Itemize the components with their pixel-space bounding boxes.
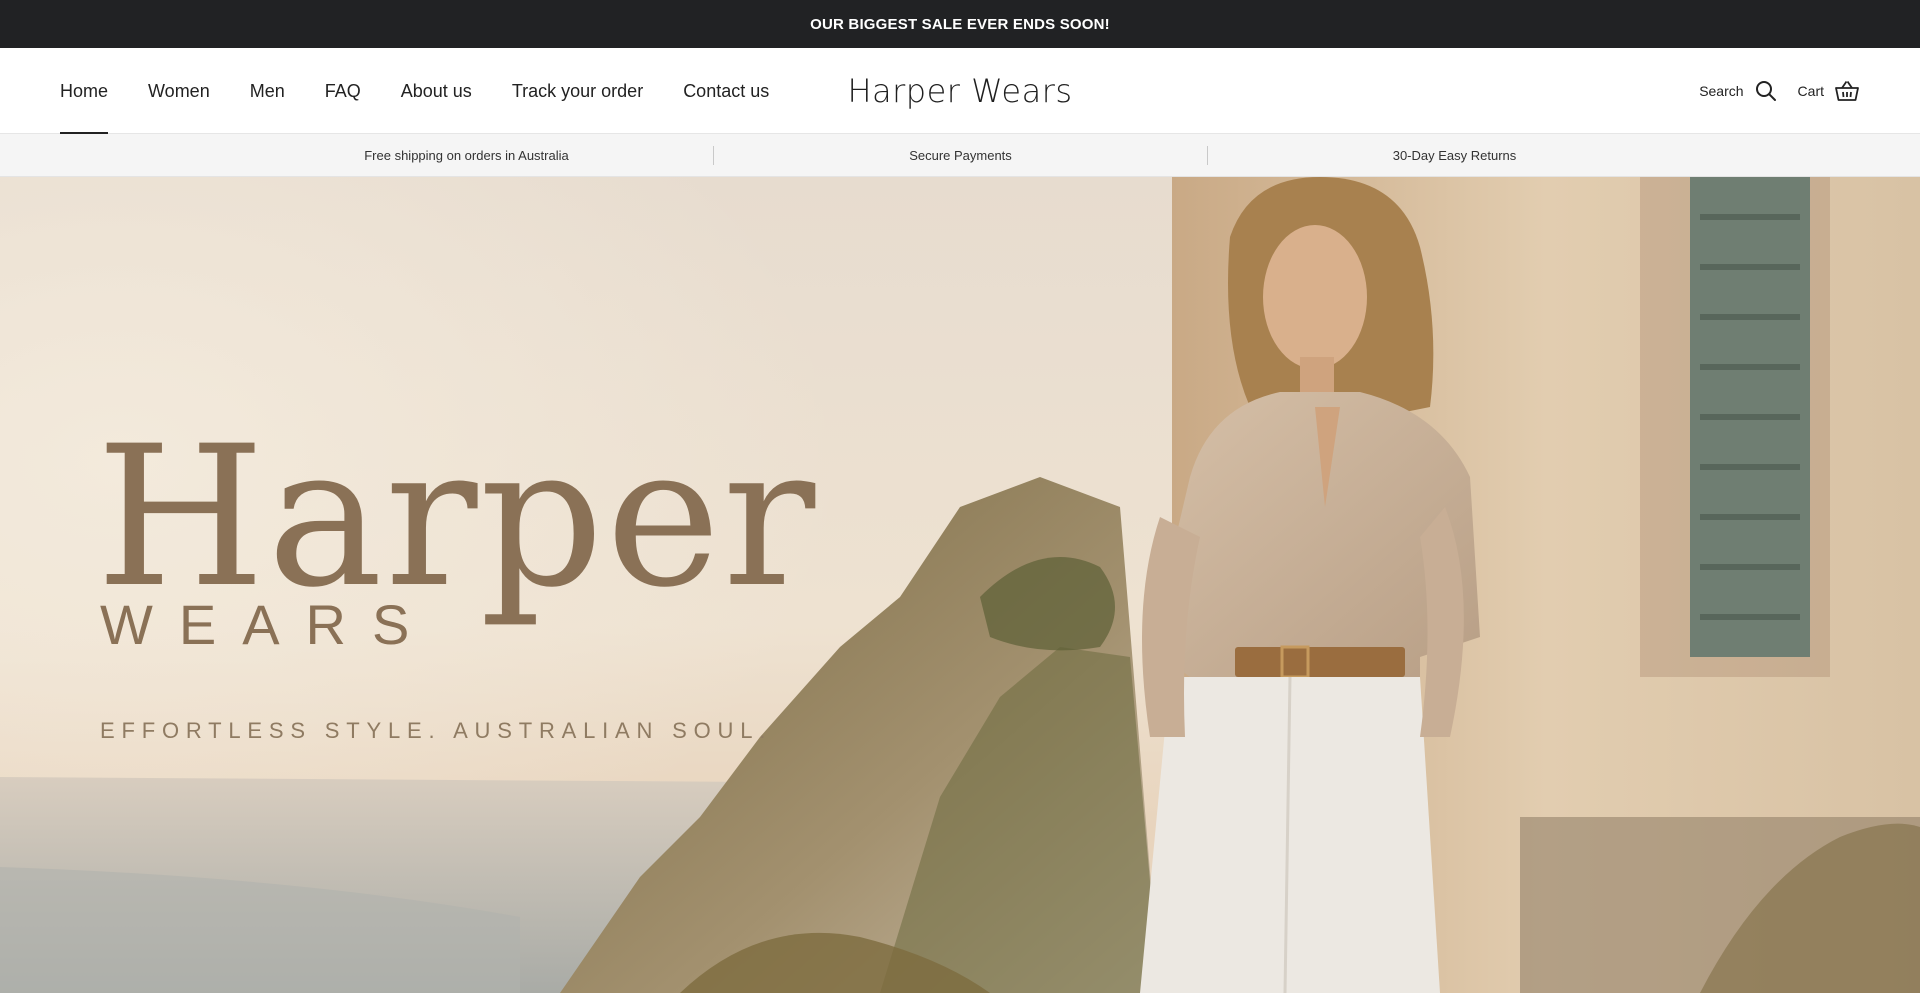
hero-brand-block: Harper WEARS [96,404,818,656]
hero-title: Harper [96,404,818,630]
nav-item-about-us[interactable]: About us [401,48,472,134]
usp-item-payments: Secure Payments [909,148,1012,163]
usp-item-returns: 30-Day Easy Returns [1392,148,1517,163]
nav-item-men[interactable]: Men [250,48,285,134]
search-button[interactable]: Search [1699,79,1777,103]
main-nav: Home Women Men FAQ About us Track your o… [60,48,809,134]
basket-icon [1835,80,1859,101]
header-tools: Search Cart [1699,48,1860,134]
search-label: Search [1699,83,1744,99]
site-logo[interactable]: Harper Wears [847,72,1072,110]
hero-banner[interactable]: Harper WEARS EFFORTLESS STYLE. AUSTRALIA… [0,177,1920,993]
announcement-bar: OUR BIGGEST SALE EVER ENDS SOON! [0,0,1920,48]
nav-item-faq[interactable]: FAQ [325,48,361,134]
usp-bar: Free shipping on orders in Australia Sec… [0,134,1920,177]
search-icon [1755,81,1776,101]
announcement-text: OUR BIGGEST SALE EVER ENDS SOON! [810,15,1110,33]
usp-item-shipping: Free shipping on orders in Australia [364,148,569,163]
nav-item-women[interactable]: Women [148,48,210,134]
site-header: Home Women Men FAQ About us Track your o… [0,48,1920,134]
cart-label: Cart [1797,83,1824,99]
hero-subtitle: WEARS [100,593,436,656]
hero-tagline: EFFORTLESS STYLE. AUSTRALIAN SOUL. [100,718,773,743]
nav-item-track-order[interactable]: Track your order [512,48,643,134]
nav-item-home[interactable]: Home [60,48,109,134]
cart-button[interactable]: Cart [1798,79,1860,103]
nav-item-contact-us[interactable]: Contact us [683,48,769,134]
